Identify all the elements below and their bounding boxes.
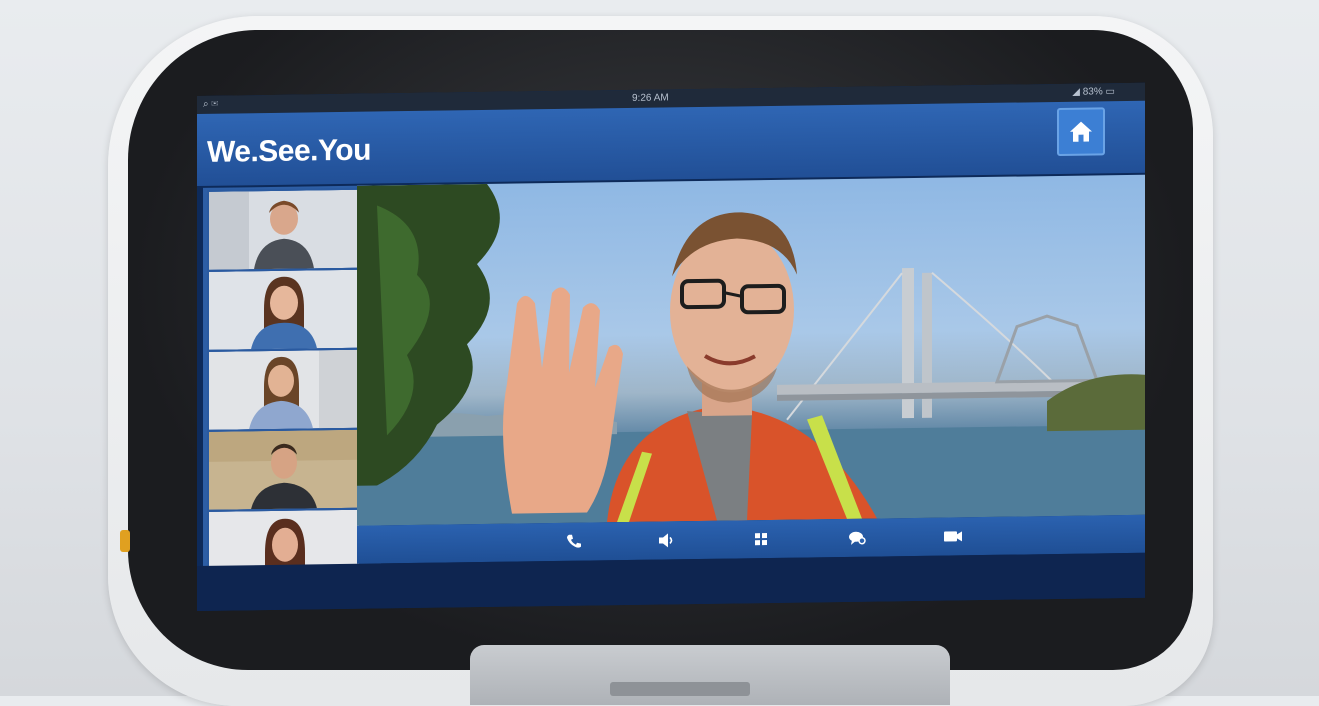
video-caller-image bbox=[357, 183, 1145, 526]
status-indicators: ◢ 83% ▭ bbox=[1072, 86, 1115, 98]
home-icon bbox=[1070, 121, 1092, 142]
participant-list bbox=[203, 185, 381, 610]
participant-photo bbox=[209, 349, 359, 430]
status-time: 9:26 AM bbox=[632, 92, 669, 104]
participant-photo bbox=[209, 269, 359, 350]
device-side-button[interactable] bbox=[120, 530, 130, 552]
chat-button[interactable] bbox=[845, 527, 869, 549]
participant-thumbnail-1[interactable] bbox=[207, 187, 361, 272]
participant-photo bbox=[209, 189, 359, 270]
device-stand bbox=[470, 645, 950, 705]
phone-icon bbox=[567, 534, 581, 548]
participant-photo bbox=[209, 429, 359, 510]
home-button[interactable] bbox=[1057, 107, 1105, 156]
status-icons-left: ⌕ ✉ bbox=[203, 98, 219, 110]
stand-slot bbox=[610, 682, 750, 696]
volume-button[interactable] bbox=[655, 529, 679, 551]
participant-thumbnail-4[interactable] bbox=[207, 427, 361, 512]
volume-icon bbox=[659, 533, 673, 548]
video-button[interactable] bbox=[941, 525, 965, 547]
call-button[interactable] bbox=[562, 531, 586, 553]
app-header: We.See.You bbox=[197, 100, 1145, 186]
main-video-feed[interactable] bbox=[357, 174, 1145, 526]
chat-icon bbox=[849, 531, 866, 545]
participant-thumbnail-3[interactable] bbox=[207, 347, 361, 432]
participant-thumbnail-2[interactable] bbox=[207, 267, 361, 352]
grid-button[interactable] bbox=[749, 528, 773, 550]
video-icon bbox=[944, 531, 962, 542]
grid-icon bbox=[755, 533, 767, 546]
app-title: We.See.You bbox=[207, 133, 371, 169]
tablet-screen: ⌕ ✉ 9:26 AM ◢ 83% ▭ We.See.You bbox=[197, 82, 1145, 611]
